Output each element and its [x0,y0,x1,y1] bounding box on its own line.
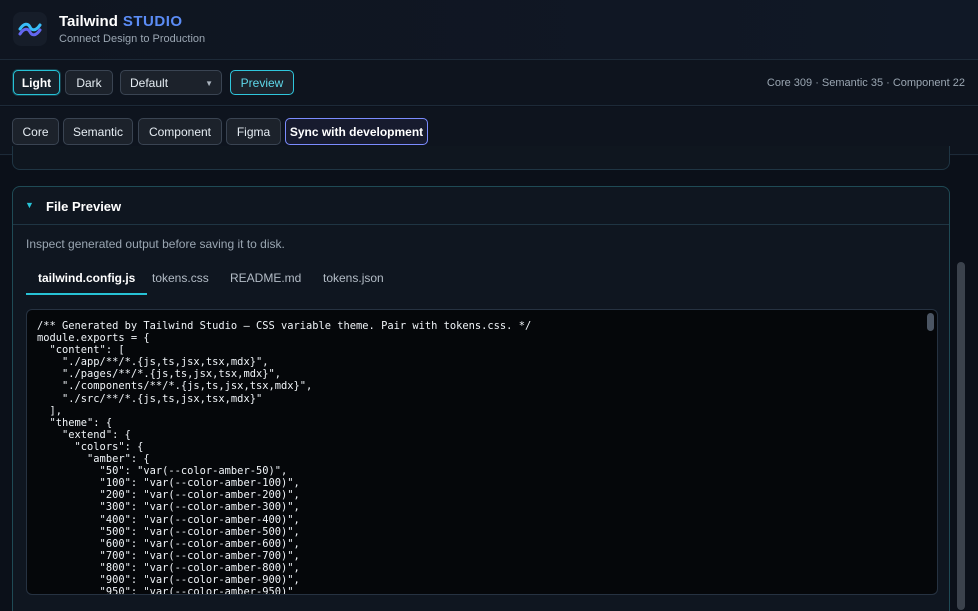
page-scrollbar[interactable] [957,262,965,610]
file-tab-tailwind-config[interactable]: tailwind.config.js [26,265,148,295]
chevron-down-icon: ▼ [205,79,213,88]
panel-title: File Preview [46,199,122,214]
tab-figma[interactable]: Figma [226,118,281,145]
light-mode-button[interactable]: Light [13,70,60,95]
tab-semantic[interactable]: Semantic [63,118,133,145]
code-scrollbar[interactable] [927,313,934,331]
file-tab-tokens-json[interactable]: tokens.json [311,265,396,295]
page-scrollbar-thumb[interactable] [957,262,965,610]
theme-select[interactable]: Default ▼ [120,70,222,95]
token-counts: Core 309 · Semantic 35 · Component 22 [766,77,965,89]
toolbar: Light Dark Default ▼ Preview Core 309 · … [0,60,978,106]
tab-component[interactable]: Component [138,118,222,145]
tagline: Connect Design to Production [59,33,206,45]
previous-panel [12,146,950,170]
preview-button[interactable]: Preview [230,70,294,95]
caret-down-icon[interactable]: ▼ [25,200,34,210]
code-preview[interactable]: /** Generated by Tailwind Studio — CSS v… [26,309,938,595]
file-preview-header[interactable]: ▼ File Preview [13,187,949,225]
app-header: Tailwind STUDIO Connect Design to Product… [0,0,978,60]
file-tab-tokens-css[interactable]: tokens.css [140,265,221,295]
file-tabs: tailwind.config.js tokens.css README.md … [26,265,936,297]
brand-main: Tailwind [59,13,118,30]
dark-mode-button[interactable]: Dark [65,70,113,95]
file-tab-readme[interactable]: README.md [218,265,313,295]
brand-accent: STUDIO [122,13,183,30]
theme-select-value: Default [130,75,169,90]
tab-core[interactable]: Core [12,118,59,145]
main-content: ▼ File Preview Inspect generated output … [0,146,978,611]
file-preview-panel: ▼ File Preview Inspect generated output … [12,186,950,611]
panel-description: Inspect generated output before saving i… [26,237,285,251]
tailwind-wave-icon [13,12,47,46]
tab-sync-with-development[interactable]: Sync with development [285,118,428,145]
brand-title: Tailwind STUDIO [59,13,183,30]
code-content: /** Generated by Tailwind Studio — CSS v… [37,320,532,595]
